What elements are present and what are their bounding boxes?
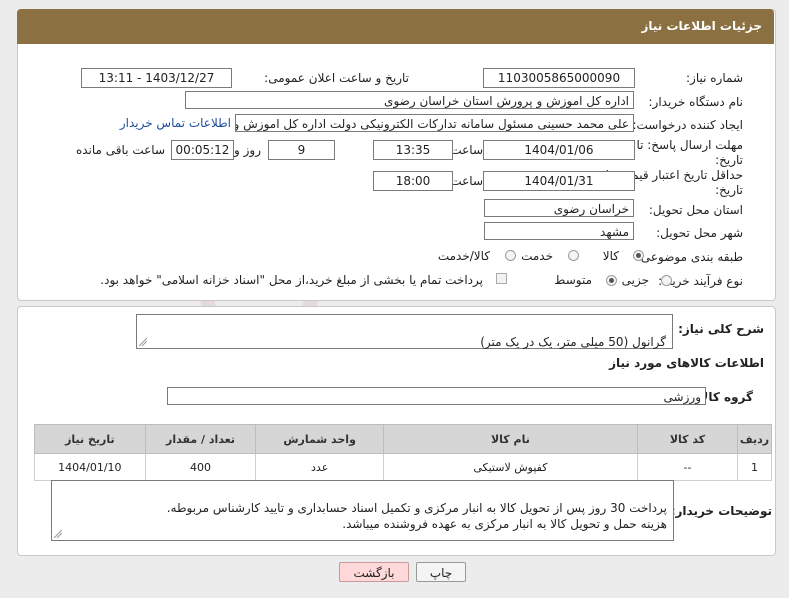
creator-field: علی محمد حسینی مسئول سامانه تدارکات الکت… — [235, 114, 634, 132]
process-radio-medium[interactable] — [606, 275, 617, 286]
col-header-unit: واحد شمارش — [255, 424, 384, 454]
col-header-code: کد کالا — [636, 424, 739, 454]
city-label: شهر محل تحویل: — [656, 226, 743, 240]
category-option-goods: کالا — [602, 249, 619, 263]
goods-section-title: اطلاعات کالاهای مورد نیاز — [609, 356, 764, 370]
summary-label: شرح کلی نیاز: — [678, 322, 764, 336]
buyer-notes-label: توضیحات خریدار: — [670, 504, 772, 518]
table-row: 1 -- کفپوش لاستیکی عدد 400 1404/01/10 — [34, 453, 772, 481]
announce-label: تاریخ و ساعت اعلان عمومی: — [264, 71, 409, 85]
category-radio-goods-service[interactable] — [505, 250, 516, 261]
city-field: مشهد — [484, 222, 634, 240]
summary-textarea: گرانول (50 میلی متر، یک در یک متر) — [136, 314, 673, 349]
col-header-name: نام کالا — [382, 424, 638, 454]
validity-time-field: 18:00 — [373, 171, 453, 191]
category-option-goods-service: کالا/خدمت — [437, 249, 490, 263]
creator-label: ایجاد کننده درخواست: — [632, 118, 743, 132]
print-button[interactable]: چاپ — [416, 562, 466, 582]
validity-date-field: 1404/01/31 — [483, 171, 635, 191]
announce-field: 1403/12/27 - 13:11 — [81, 68, 232, 88]
cell-code: -- — [636, 453, 739, 481]
cell-name: کفپوش لاستیکی — [382, 453, 638, 481]
buyer-notes-textarea: پرداخت 30 روز پس از تحویل کالا به انبار … — [51, 480, 674, 541]
validity-time-label: ساعت — [450, 174, 483, 188]
province-field: خراسان رضوی — [484, 199, 634, 217]
process-option-minor: جزیی — [621, 273, 649, 287]
deadline-time-label: ساعت — [450, 143, 483, 157]
buyer-org-field: اداره کل اموزش و پرورش استان خراسان رضوی — [185, 91, 634, 109]
buyer-notes-text: پرداخت 30 روز پس از تحویل کالا به انبار … — [166, 501, 667, 531]
header-bar: جزئیات اطلاعات نیاز — [17, 9, 774, 44]
need-number-field: 1103005865000090 — [483, 68, 635, 88]
process-radio-minor[interactable] — [661, 275, 672, 286]
treasury-payment-note: پرداخت تمام یا بخشی از مبلغ خرید،از محل … — [100, 273, 483, 287]
goods-table: ردیف کد کالا نام کالا واحد شمارش تعداد /… — [34, 424, 772, 481]
treasury-payment-checkbox[interactable] — [496, 273, 507, 284]
cell-row: 1 — [737, 453, 772, 481]
province-label: استان محل تحویل: — [648, 203, 743, 217]
summary-text: گرانول (50 میلی متر، یک در یک متر) — [480, 335, 666, 349]
category-option-service: خدمت — [521, 249, 553, 263]
deadline-label-line2: تاریخ: — [715, 153, 743, 167]
deadline-date-field: 1404/01/06 — [483, 140, 635, 160]
contact-buyer-link[interactable]: اطلاعات تماس خریدار — [120, 116, 231, 130]
category-radio-goods[interactable] — [633, 250, 644, 261]
cell-date: 1404/01/10 — [34, 453, 146, 481]
col-header-date: تاریخ نیاز — [34, 424, 146, 454]
deadline-label-line1: مهلت ارسال پاسخ: تا — [636, 138, 743, 152]
category-label: طبقه بندی موضوعی: — [636, 250, 743, 264]
col-header-qty: تعداد / مقدار — [144, 424, 257, 454]
category-radio-service[interactable] — [568, 250, 579, 261]
buyer-org-label: نام دستگاه خریدار: — [648, 95, 744, 109]
need-number-label: شماره نیاز: — [686, 71, 743, 85]
back-button[interactable]: بازگشت — [339, 562, 409, 582]
remaining-time-field: 00:05:12 — [171, 140, 234, 160]
days-label: روز و — [234, 143, 261, 157]
process-option-medium: متوسط — [554, 273, 592, 287]
deadline-time-field: 13:35 — [373, 140, 453, 160]
cell-unit: عدد — [255, 453, 384, 481]
cell-qty: 400 — [144, 453, 257, 481]
deadline-label: مهلت ارسال پاسخ: تا تاریخ: — [636, 138, 743, 168]
page-title: جزئیات اطلاعات نیاز — [641, 19, 762, 33]
remaining-label: ساعت باقی مانده — [75, 143, 165, 157]
goods-group-field: ورزشی — [167, 387, 706, 405]
resize-grip-icon[interactable] — [54, 530, 62, 538]
days-field: 9 — [268, 140, 335, 160]
resize-grip-icon[interactable] — [139, 338, 147, 346]
col-header-row: ردیف — [737, 424, 772, 454]
